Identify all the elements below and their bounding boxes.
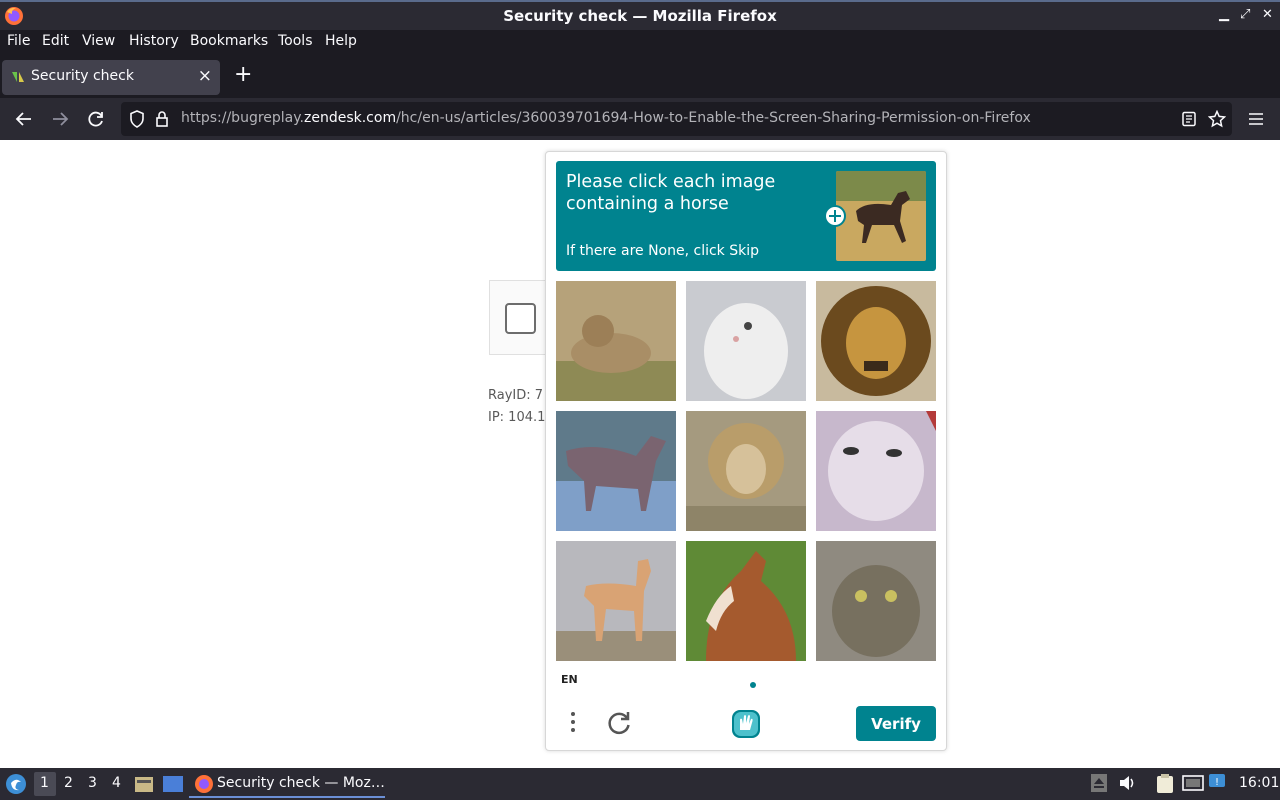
image-tile-cat[interactable] <box>816 411 936 531</box>
maximize-icon[interactable]: ⤢ <box>1240 7 1250 22</box>
url-text[interactable]: https://bugreplay.zendesk.com/hc/en-us/a… <box>181 110 1031 126</box>
file-manager-icon[interactable] <box>134 775 154 793</box>
image-tile-horse[interactable] <box>556 541 676 661</box>
hcaptcha-logo-icon[interactable] <box>729 708 763 740</box>
reader-view-icon <box>1182 111 1196 127</box>
navigation-toolbar: https://bugreplay.zendesk.com/hc/en-us/a… <box>0 98 1280 140</box>
image-tile-horse[interactable] <box>686 541 806 661</box>
plus-icon <box>829 210 841 222</box>
minimize-icon[interactable]: ▁ <box>1219 7 1229 22</box>
start-menu-icon[interactable] <box>5 773 27 795</box>
zoom-example-button[interactable] <box>824 205 846 227</box>
workspace-2[interactable]: 2 <box>64 775 73 791</box>
image-tile-lion[interactable] <box>816 281 936 401</box>
menu-edit[interactable]: Edit <box>42 33 69 49</box>
image-tile-cat[interactable] <box>816 541 936 661</box>
reload-icon <box>88 111 103 127</box>
address-bar[interactable]: https://bugreplay.zendesk.com/hc/en-us/a… <box>121 102 1232 136</box>
page-indicator-dot <box>750 682 756 688</box>
notification-icon[interactable]: ! <box>1208 773 1228 793</box>
image-tile-horse[interactable] <box>556 411 676 531</box>
captcha-options-button[interactable] <box>563 710 583 736</box>
image-grid <box>556 281 936 661</box>
human-checkbox[interactable] <box>505 303 536 334</box>
firefox-task-icon <box>195 775 213 793</box>
forward-button[interactable] <box>48 107 72 131</box>
menu-bookmarks[interactable]: Bookmarks <box>190 33 268 49</box>
workspace-1[interactable]: 1 <box>40 775 49 791</box>
image-tile-lion[interactable] <box>686 411 806 531</box>
app-menu-button[interactable] <box>1244 107 1268 131</box>
tab-security-check[interactable]: Security check × <box>2 60 220 95</box>
taskbar: 1 2 3 4 Security check — Moz… ! 16:01 <box>0 768 1280 800</box>
prompt-title: Please click each image containing a hor… <box>566 172 776 214</box>
menu-view[interactable]: View <box>82 33 115 49</box>
lock-icon[interactable] <box>155 110 169 128</box>
window-titlebar: Security check — Mozilla Firefox ▁ ⤢ ✕ <box>0 0 1280 30</box>
url-path: /hc/en-us/articles/360039701694-How-to-E… <box>396 110 1031 126</box>
taskbar-window-title: Security check — Moz… <box>217 775 385 791</box>
menu-tools[interactable]: Tools <box>278 33 313 49</box>
workspace-3[interactable]: 3 <box>88 775 97 791</box>
back-arrow-icon <box>15 112 31 126</box>
reload-button[interactable] <box>84 107 108 131</box>
menu-history[interactable]: History <box>129 33 179 49</box>
menu-help[interactable]: Help <box>325 33 357 49</box>
taskbar-firefox-window[interactable]: Security check — Moz… <box>189 770 385 798</box>
tab-label: Security check <box>31 68 134 84</box>
image-tile-lion[interactable] <box>556 281 676 401</box>
taskbar-clock: 16:01 <box>1239 775 1280 791</box>
hamburger-menu-icon <box>1249 113 1263 125</box>
eject-icon[interactable] <box>1091 774 1107 792</box>
menu-file[interactable]: File <box>7 33 30 49</box>
verify-button[interactable]: Verify <box>856 706 936 741</box>
refresh-icon <box>608 712 630 735</box>
close-window-icon[interactable]: ✕ <box>1262 7 1273 22</box>
menu-bar: File Edit View History Bookmarks Tools H… <box>0 30 1280 56</box>
captcha-challenge-dialog: Please click each image containing a hor… <box>545 151 947 751</box>
more-vertical-icon <box>571 712 575 732</box>
back-button[interactable] <box>12 107 36 131</box>
forward-arrow-icon <box>53 112 69 126</box>
clipboard-icon[interactable] <box>1156 774 1174 794</box>
ray-id-text: RayID: 7 <box>488 388 544 403</box>
tab-strip: Security check × + <box>0 56 1280 98</box>
image-tile-cat[interactable] <box>686 281 806 401</box>
example-image-horse <box>836 171 926 261</box>
workspace-4[interactable]: 4 <box>112 775 121 791</box>
new-tab-button[interactable]: + <box>234 62 252 87</box>
svg-text:!: ! <box>1215 777 1219 788</box>
reader-view-button[interactable] <box>1177 107 1201 131</box>
tab-close-icon[interactable]: × <box>198 66 212 86</box>
desktop-icon[interactable] <box>162 775 184 793</box>
star-icon <box>1208 110 1226 128</box>
refresh-challenge-button[interactable] <box>605 709 633 737</box>
window-title: Security check — Mozilla Firefox <box>503 7 777 25</box>
network-icon[interactable] <box>1182 775 1204 793</box>
bookmark-star-button[interactable] <box>1205 107 1229 131</box>
url-host: zendesk.com <box>304 110 397 126</box>
zendesk-favicon-icon <box>12 72 24 82</box>
volume-icon[interactable] <box>1119 775 1137 791</box>
ip-text: IP: 104.1 <box>488 410 546 425</box>
language-selector[interactable]: EN <box>561 673 578 686</box>
url-prefix: https://bugreplay. <box>181 110 304 126</box>
prompt-subtitle: If there are None, click Skip <box>566 243 760 259</box>
shield-icon[interactable] <box>129 110 145 128</box>
challenge-prompt: Please click each image containing a hor… <box>556 161 936 271</box>
